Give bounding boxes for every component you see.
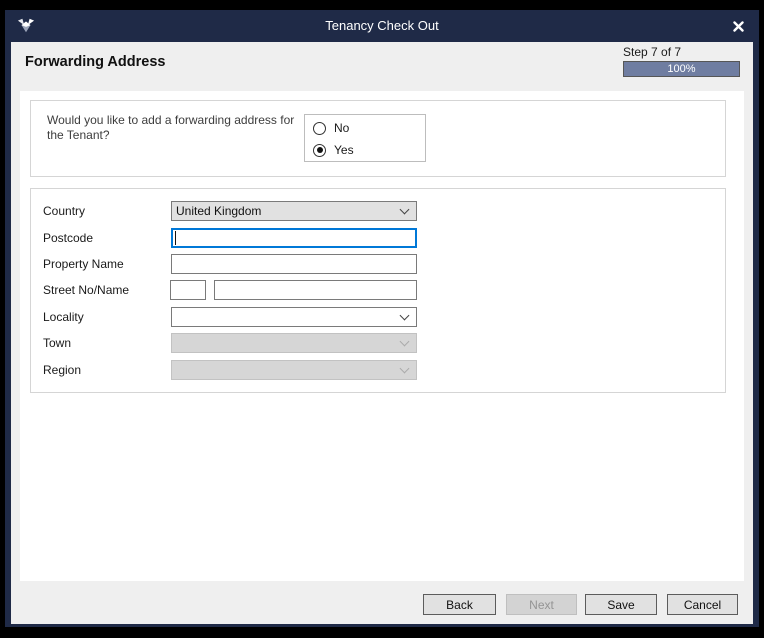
chevron-down-icon <box>400 311 410 321</box>
form-row-country: Country United Kingdom <box>43 201 715 221</box>
radio-label-yes: Yes <box>334 143 354 157</box>
postcode-label: Postcode <box>43 228 93 248</box>
radio-option-yes[interactable]: Yes <box>313 142 354 158</box>
radio-label-no: No <box>334 121 349 135</box>
form-row-street: Street No/Name <box>43 280 715 300</box>
progress-bar: 100% <box>623 61 740 77</box>
dialog-body: Forwarding Address Step 7 of 7 100% Woul… <box>11 42 753 624</box>
form-row-region: Region <box>43 360 715 380</box>
radio-icon-no <box>313 122 326 135</box>
question-text: Would you like to add a forwarding addre… <box>47 113 294 143</box>
property-name-input[interactable] <box>171 254 417 274</box>
save-button[interactable]: Save <box>585 594 657 615</box>
locality-label: Locality <box>43 307 84 327</box>
titlebar[interactable]: Tenancy Check Out <box>5 10 759 42</box>
region-dropdown <box>171 360 417 380</box>
form-row-locality: Locality <box>43 307 715 327</box>
question-line-1: Would you like to add a forwarding addre… <box>47 113 294 128</box>
progress-fill: 100% <box>624 62 739 76</box>
country-dropdown[interactable]: United Kingdom <box>171 201 417 221</box>
step-label: Step 7 of 7 <box>623 45 681 59</box>
chevron-down-icon <box>400 205 410 215</box>
country-value: United Kingdom <box>172 204 401 218</box>
screenshot-root: Tenancy Check Out Forwarding Address Ste… <box>0 0 764 638</box>
window-title: Tenancy Check Out <box>5 10 759 42</box>
cancel-button[interactable]: Cancel <box>667 594 738 615</box>
form-row-town: Town <box>43 333 715 353</box>
street-label: Street No/Name <box>43 280 129 300</box>
progress-text: 100% <box>667 63 695 75</box>
form-row-property-name: Property Name <box>43 254 715 274</box>
page-title: Forwarding Address <box>25 54 165 70</box>
chevron-down-icon <box>400 337 410 347</box>
form-row-postcode: Postcode <box>43 228 715 248</box>
back-button[interactable]: Back <box>423 594 496 615</box>
close-icon <box>733 21 744 32</box>
text-caret <box>175 231 176 245</box>
question-section: Would you like to add a forwarding addre… <box>30 100 726 177</box>
country-label: Country <box>43 201 85 221</box>
radio-group-box: No Yes <box>304 114 426 162</box>
town-label: Town <box>43 333 71 353</box>
chevron-down-icon <box>400 364 410 374</box>
close-button[interactable] <box>723 12 753 40</box>
property-name-label: Property Name <box>43 254 124 274</box>
next-button: Next <box>506 594 577 615</box>
radio-icon-yes <box>313 144 326 157</box>
town-dropdown <box>171 333 417 353</box>
postcode-input[interactable] <box>171 228 417 248</box>
content-panel: Would you like to add a forwarding addre… <box>20 91 744 581</box>
street-number-input[interactable] <box>170 280 206 300</box>
question-line-2: the Tenant? <box>47 128 294 143</box>
address-form-section: Country United Kingdom Postcode Property… <box>30 188 726 393</box>
locality-dropdown[interactable] <box>171 307 417 327</box>
street-name-input[interactable] <box>214 280 417 300</box>
radio-option-no[interactable]: No <box>313 120 349 136</box>
region-label: Region <box>43 360 81 380</box>
dialog-window: Tenancy Check Out Forwarding Address Ste… <box>5 10 759 627</box>
